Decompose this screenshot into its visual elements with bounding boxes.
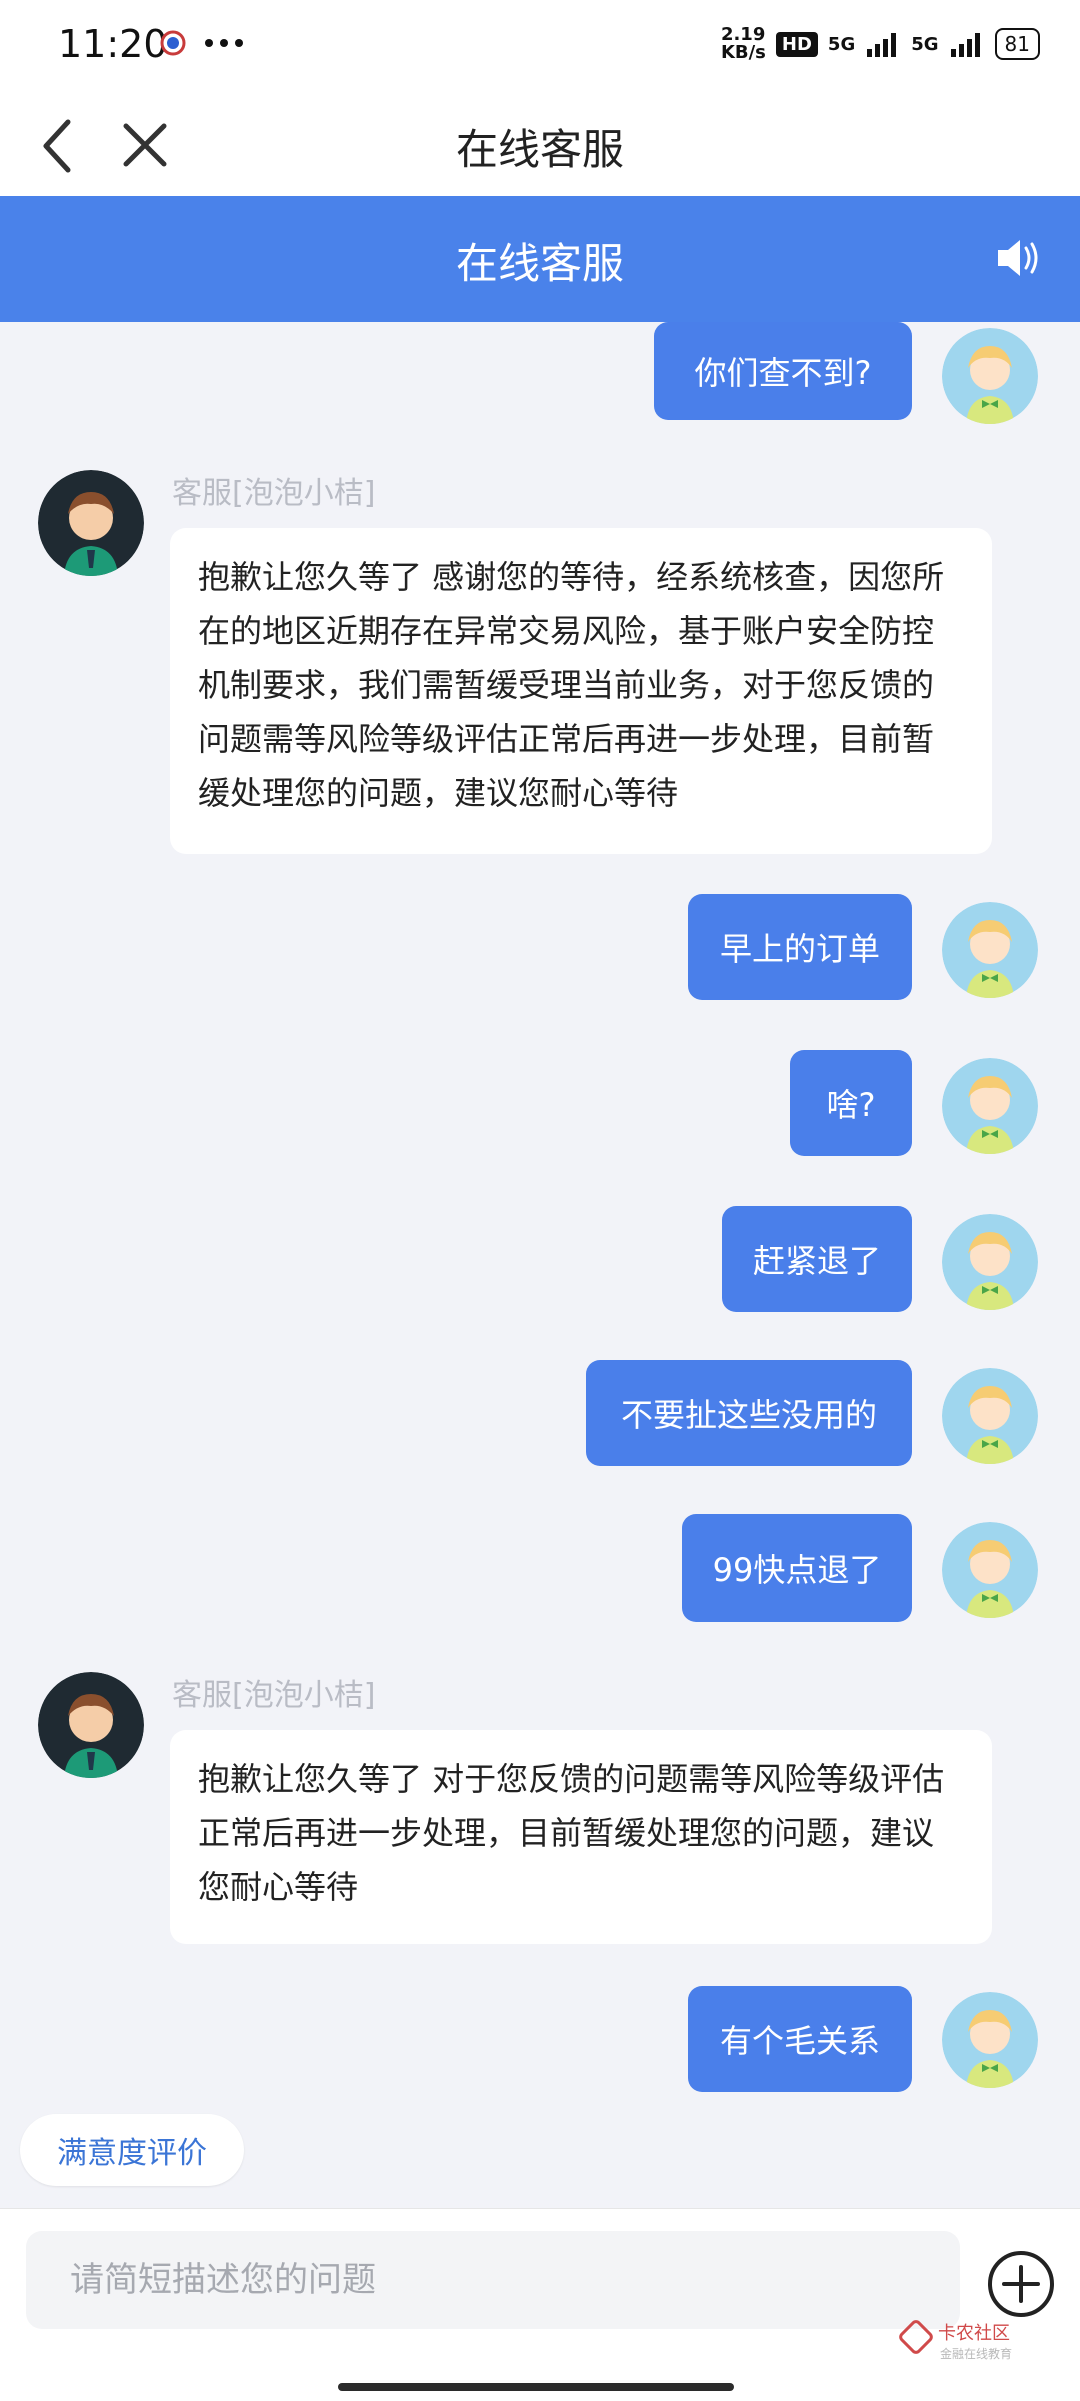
user-message-bubble: 不要扯这些没用的: [586, 1360, 912, 1466]
watermark-subtext: 金融在线教育: [940, 2347, 1013, 2361]
app-notification-icon: [160, 30, 186, 56]
user-avatar: [942, 902, 1038, 998]
user-message-bubble: 99快点退了: [682, 1514, 912, 1622]
agent-name: 客服[泡泡小桔]: [172, 476, 376, 511]
satisfaction-rating-button[interactable]: 满意度评价: [20, 2114, 244, 2186]
page-title: 在线客服: [455, 125, 624, 174]
user-avatar: [942, 1214, 1038, 1310]
user-message-bubble: 赶紧退了: [722, 1206, 912, 1312]
agent-message-bubble: 抱歉让您久等了 感谢您的等待，经系统核查，因您所在的地区近期存在异常交易风险，基…: [170, 528, 992, 854]
signal-5g-1: 5G: [827, 33, 856, 55]
hd-badge: HD: [775, 31, 818, 57]
battery-indicator: 81: [994, 28, 1040, 60]
user-avatar: [942, 1058, 1038, 1154]
agent-avatar: [38, 470, 144, 576]
user-message-bubble: 你们查不到?: [654, 322, 912, 420]
status-time: 11:20: [58, 22, 168, 66]
signal-bars-icon-2: [950, 33, 980, 57]
chat-area[interactable]: 你们查不到? 客服[泡泡小桔] 抱歉让您久等了 感谢您的等待，经系统核查，因您所…: [0, 322, 1080, 2202]
user-avatar: [942, 1992, 1038, 2088]
watermark-text: 卡农社区: [938, 2323, 1010, 2344]
user-avatar: [942, 1522, 1038, 1618]
status-right: 2.19 KB/s HD 5G 5G 81: [721, 26, 1040, 62]
speaker-icon[interactable]: [994, 236, 1042, 280]
signal-5g-2: 5G: [911, 33, 939, 55]
signal-bars-icon: [867, 33, 897, 57]
status-left-icons: [160, 30, 244, 56]
user-message-bubble: 有个毛关系: [688, 1986, 912, 2092]
chat-header: 在线客服: [0, 196, 1080, 322]
message-input[interactable]: [26, 2231, 960, 2329]
agent-message-bubble: 抱歉让您久等了 对于您反馈的问题需等风险等级评估正常后再进一步处理，目前暂缓处理…: [170, 1730, 992, 1944]
input-bar: 卡农社区 金融在线教育: [0, 2208, 1080, 2401]
home-indicator[interactable]: [338, 2383, 734, 2391]
more-dots-icon: [205, 39, 243, 47]
chat-title: 在线客服: [455, 239, 624, 288]
user-avatar: [942, 1368, 1038, 1464]
title-bar: 在线客服: [0, 96, 1080, 196]
watermark-logo-icon: [899, 2320, 933, 2354]
user-message-bubble: 早上的订单: [688, 894, 912, 1000]
user-avatar: [942, 328, 1038, 424]
agent-name: 客服[泡泡小桔]: [172, 1678, 376, 1713]
user-message-bubble: 啥?: [790, 1050, 912, 1156]
net-speed: 2.19 KB/s: [720, 24, 766, 63]
plus-icon[interactable]: [986, 2249, 1056, 2319]
status-bar: 11:20 2.19 KB/s HD 5G 5G 81: [0, 0, 1080, 96]
agent-avatar: [38, 1672, 144, 1778]
